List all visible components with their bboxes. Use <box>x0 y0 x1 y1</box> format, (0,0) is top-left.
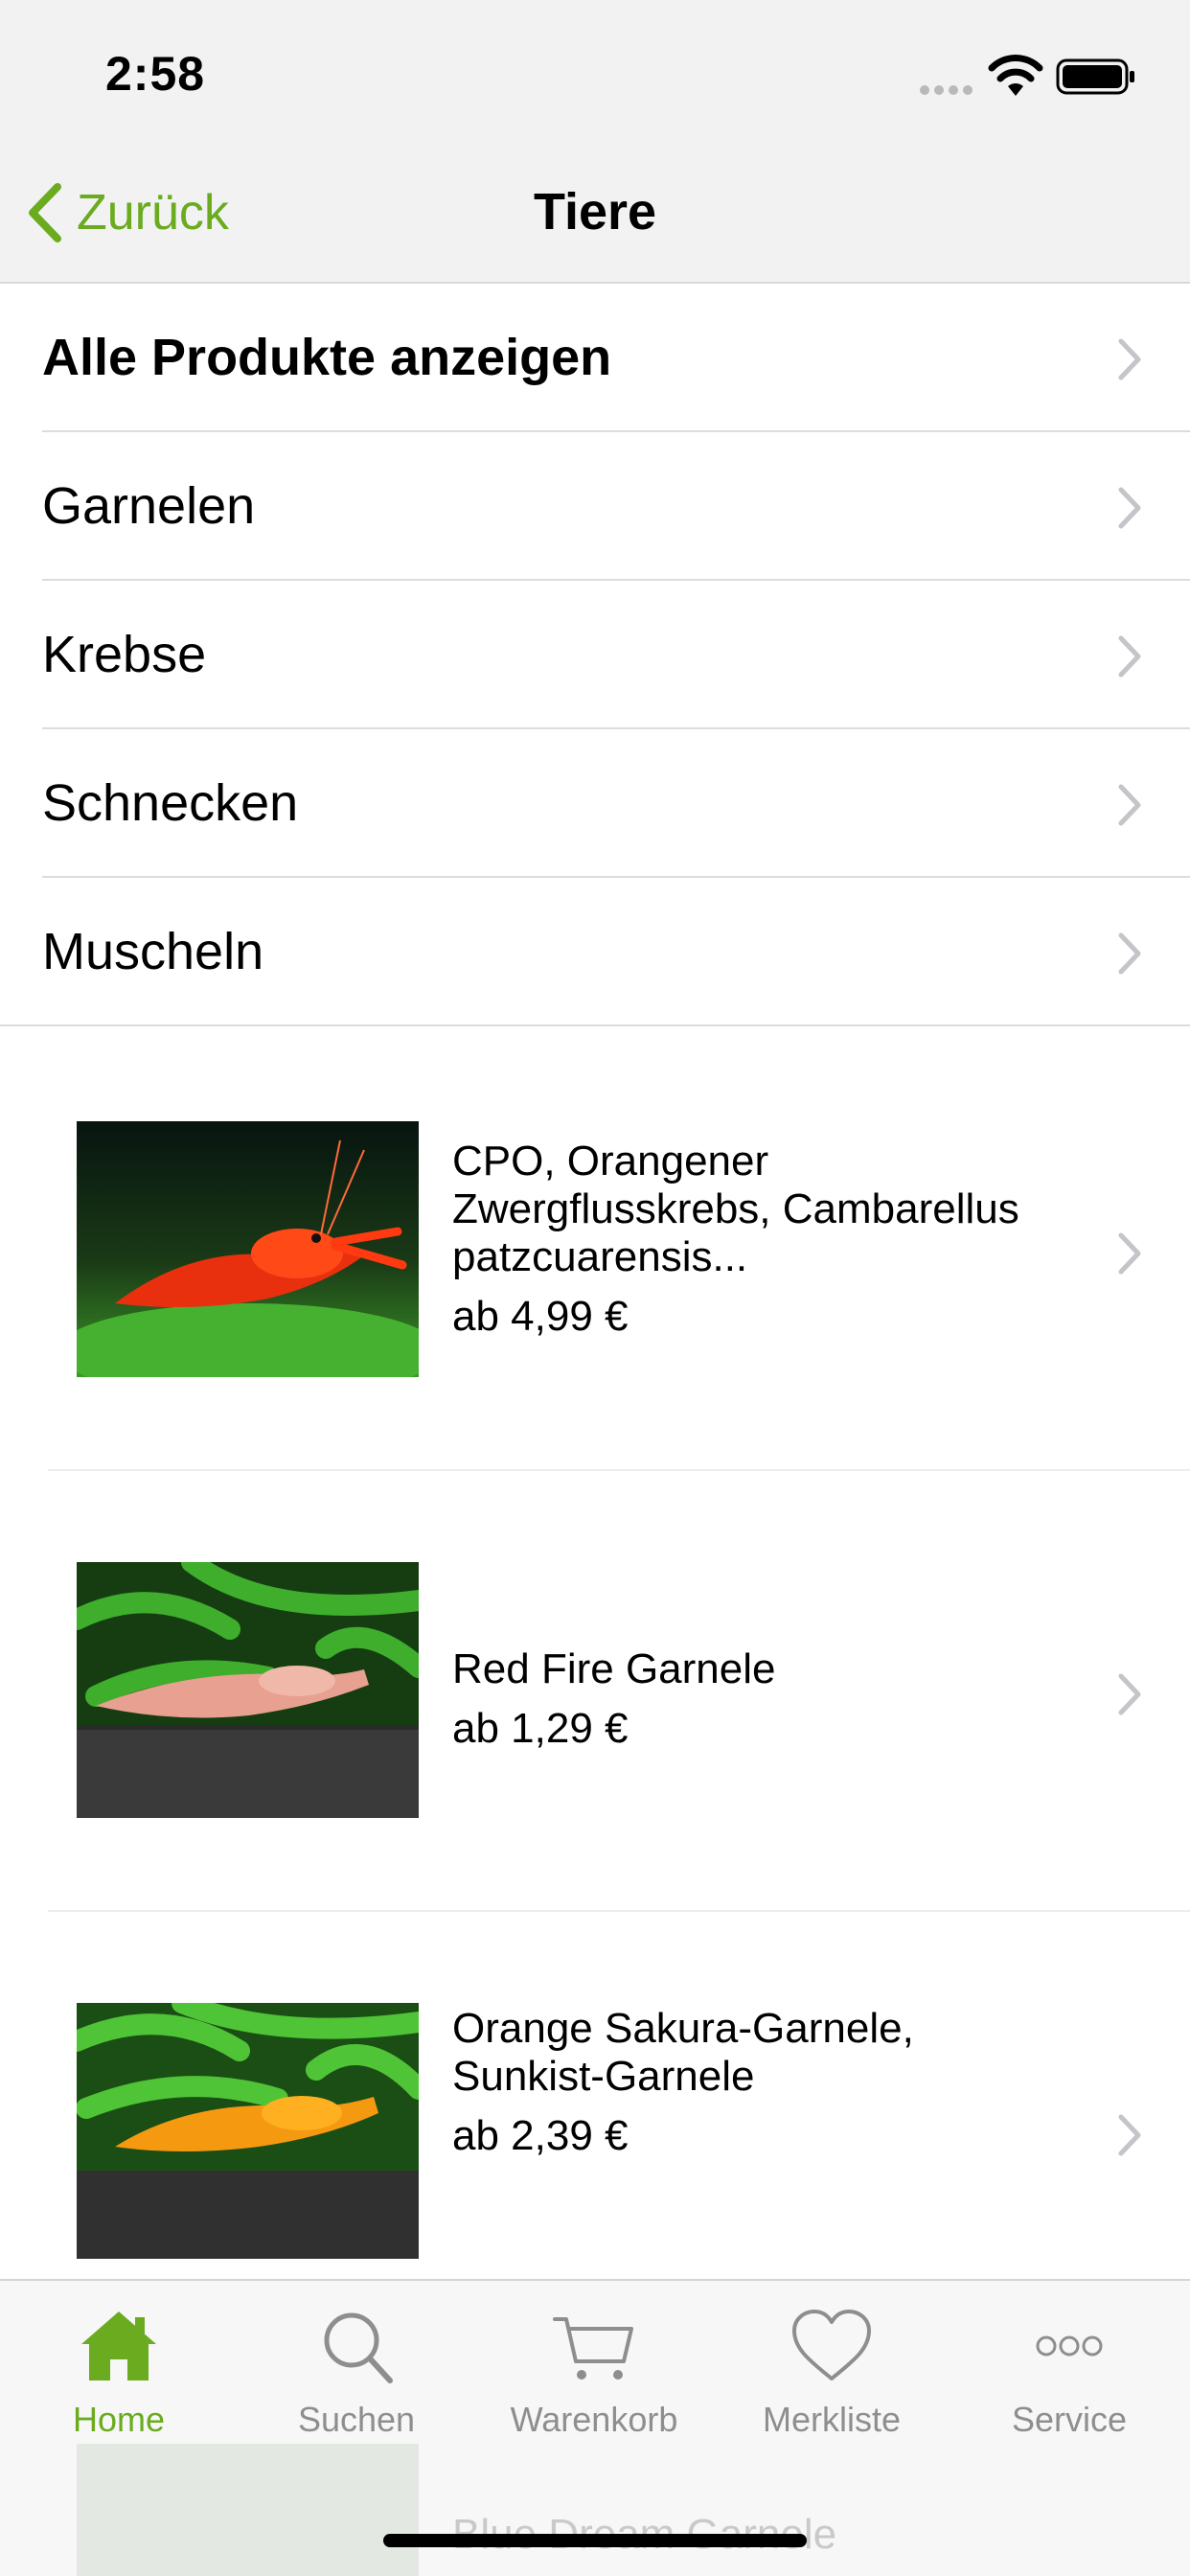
search-icon <box>324 2312 393 2383</box>
product-info: Orange Sakura-Garnele, Sunkist-Garnele a… <box>452 2005 1065 2160</box>
chevron-right-icon <box>1118 932 1141 975</box>
cart-icon <box>553 2317 633 2380</box>
category-label: Schnecken <box>42 774 299 832</box>
product-image <box>77 1121 419 1377</box>
battery-icon <box>1056 58 1134 95</box>
product-price: ab 1,29 € <box>452 1705 629 1752</box>
chevron-right-icon <box>1118 338 1141 380</box>
chevron-right-icon <box>1118 635 1141 678</box>
page-title: Tiere <box>533 183 657 241</box>
tab-label: Suchen <box>297 2400 416 2439</box>
chevron-right-icon <box>1118 487 1141 529</box>
tab-label: Service <box>1011 2400 1128 2439</box>
category-label: Muscheln <box>42 923 264 980</box>
cellular-signal-icon <box>920 82 977 100</box>
category-label: Krebse <box>42 626 207 683</box>
chevron-right-icon <box>1118 1232 1141 1275</box>
product-item[interactable]: Red Fire Garnele ab 1,29 € <box>0 1471 1190 1912</box>
tab-service[interactable]: Service <box>950 2306 1188 2440</box>
tab-wishlist[interactable]: Merkliste <box>713 2306 950 2440</box>
category-item-garnelen[interactable]: Garnelen <box>0 432 1190 581</box>
product-image <box>77 2003 419 2259</box>
product-image <box>77 2444 419 2576</box>
category-item-muscheln[interactable]: Muscheln <box>0 878 1190 1026</box>
tab-label: Merkliste <box>762 2400 902 2439</box>
product-item[interactable]: CPO, Orangener Zwergflusskrebs, Cambarel… <box>0 1030 1190 1471</box>
category-item-krebse[interactable]: Krebse <box>0 581 1190 729</box>
tab-label: Home <box>72 2400 166 2439</box>
heart-icon <box>792 2310 871 2380</box>
tab-search[interactable]: Suchen <box>238 2306 475 2440</box>
product-list: CPO, Orangener Zwergflusskrebs, Cambarel… <box>0 1030 1190 2353</box>
home-indicator[interactable] <box>383 2534 807 2547</box>
product-price: ab 4,99 € <box>452 1293 629 1340</box>
chevron-right-icon <box>1118 2114 1141 2156</box>
tab-cart[interactable]: Warenkorb <box>475 2306 713 2440</box>
product-name: Red Fire Garnele <box>452 1645 776 1692</box>
home-icon <box>81 2312 156 2380</box>
product-info: Red Fire Garnele ab 1,29 € <box>452 1645 1065 1753</box>
category-label: Alle Produkte anzeigen <box>42 329 612 386</box>
category-list: Alle Produkte anzeigen Garnelen Krebse S… <box>0 284 1190 1026</box>
product-info: CPO, Orangener Zwergflusskrebs, Cambarel… <box>452 1138 1065 1341</box>
category-label: Garnelen <box>42 477 256 535</box>
product-image <box>77 1562 419 1818</box>
category-item-all-products[interactable]: Alle Produkte anzeigen <box>0 284 1190 432</box>
product-name: Orange Sakura-Garnele, Sunkist-Garnele <box>452 2005 914 2100</box>
product-price: ab 2,39 € <box>452 2112 629 2159</box>
tab-label: Warenkorb <box>510 2400 678 2439</box>
status-bar: 2:58 <box>0 0 1190 144</box>
chevron-right-icon <box>1118 1673 1141 1715</box>
more-icon <box>1036 2335 1103 2357</box>
wifi-icon <box>988 55 1043 96</box>
tab-home[interactable]: Home <box>0 2306 238 2440</box>
status-time: 2:58 <box>105 47 206 101</box>
category-item-schnecken[interactable]: Schnecken <box>0 729 1190 878</box>
navigation-bar: Zurück Tiere <box>0 144 1190 284</box>
divider <box>0 1024 1190 1026</box>
chevron-right-icon <box>1118 784 1141 826</box>
product-name: CPO, Orangener Zwergflusskrebs, Cambarel… <box>452 1138 1019 1280</box>
